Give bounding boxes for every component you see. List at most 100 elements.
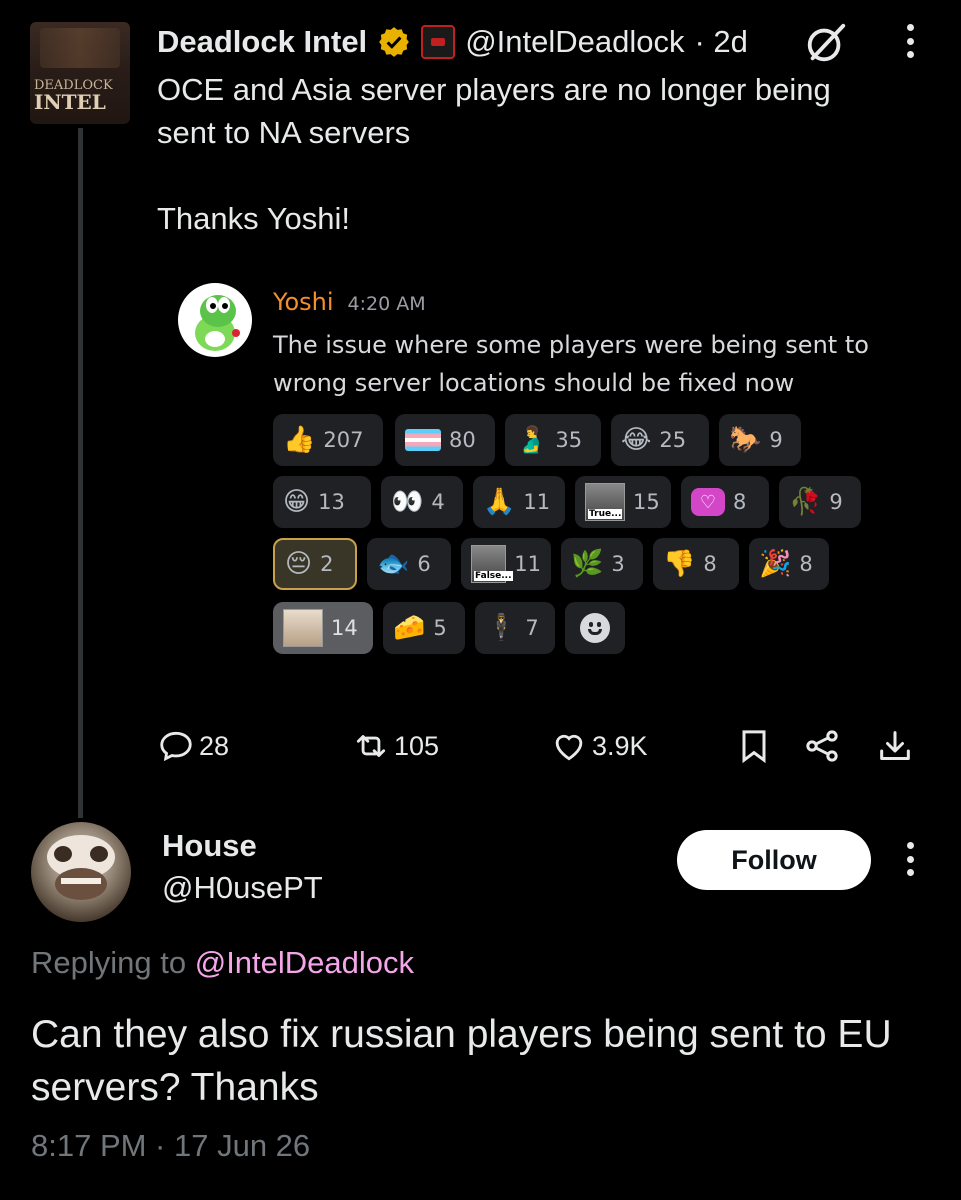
reply-author-handle[interactable]: @H0usePT [162, 870, 323, 906]
reply-action[interactable]: 28 [157, 724, 229, 768]
author-name[interactable]: Deadlock Intel [157, 24, 367, 60]
reply-body: Can they also fix russian players being … [31, 1008, 941, 1114]
false-meme-icon: False... [471, 545, 513, 583]
follow-button[interactable]: Follow [677, 830, 871, 890]
add-reaction-icon [580, 613, 610, 643]
more-options-icon[interactable] [895, 24, 925, 68]
herb-icon: 🌿 [571, 549, 604, 579]
reply-text-line: servers? Thanks [31, 1066, 319, 1109]
reaction-count: 5 [433, 616, 447, 640]
reaction-horse: 🐎 9 [719, 414, 801, 466]
repost-action[interactable]: 105 [352, 724, 439, 768]
pensive-face-icon: 😔 [285, 549, 313, 579]
reaction-count: 8 [703, 552, 717, 576]
reaction-count: 9 [769, 428, 783, 452]
more-options-icon[interactable] [895, 842, 925, 886]
reply-author-name[interactable]: House [162, 828, 257, 864]
reaction-laughing: 😂 25 [611, 414, 709, 466]
reaction-heart-decoration: ♡ 8 [681, 476, 769, 528]
party-popper-icon: 🎉 [759, 549, 792, 579]
thumbs-up-icon: 👍 [283, 425, 316, 455]
download-icon[interactable] [875, 724, 915, 768]
heart-decoration-icon: ♡ [691, 488, 725, 516]
avatar-artwork [40, 28, 120, 68]
reaction-true-image: True... 15 [575, 476, 671, 528]
reaction-count: 8 [733, 490, 747, 514]
like-action[interactable]: 3.9K [550, 724, 648, 768]
thread-connector-line [78, 128, 83, 818]
tweet-body: OCE and Asia server players are no longe… [157, 68, 917, 240]
reaction-count: 11 [514, 552, 541, 576]
reaction-wilted-rose: 🥀 9 [779, 476, 861, 528]
reaction-party-popper: 🎉 8 [749, 538, 829, 590]
tweet-text-line: sent to NA servers [157, 115, 411, 150]
fish-icon: 🐟 [377, 549, 410, 579]
reaction-hamster-image: 14 [273, 602, 373, 654]
tweet-header: Deadlock Intel @IntelDeadlock · 2d [157, 22, 748, 62]
grinning-face-icon: 😁 [283, 487, 311, 517]
reaction-count: 11 [523, 490, 551, 514]
reaction-count: 207 [323, 428, 364, 452]
trans-flag-icon [405, 429, 441, 451]
reaction-eyes: 👀 4 [381, 476, 463, 528]
repost-count: 105 [394, 730, 440, 761]
reaction-thumbs-down: 👎 8 [653, 538, 739, 590]
embedded-text-line: The issue where some players were being … [273, 331, 869, 359]
bookmark-icon[interactable] [734, 724, 774, 768]
embedded-message-header: Yoshi 4:20 AM [273, 288, 426, 316]
reaction-count: 14 [331, 616, 358, 640]
hamster-icon [283, 609, 323, 647]
replying-to-line: Replying to @IntelDeadlock [31, 945, 414, 981]
repost-icon [356, 735, 386, 757]
reaction-pregnant-man: 🫃 35 [505, 414, 601, 466]
true-meme-icon: True... [585, 483, 625, 521]
reaction-count: 80 [449, 428, 476, 452]
reply-icon [160, 731, 192, 762]
yoshi-avatar [178, 283, 252, 357]
reaction-count: 6 [417, 552, 431, 576]
reply-count: 28 [199, 730, 230, 761]
tweet-text-line: OCE and Asia server players are no longe… [157, 72, 831, 107]
avatar-text-intel: INTEL [34, 90, 106, 114]
embedded-author-name: Yoshi [273, 288, 334, 316]
reaction-thumbs-up: 👍 207 [273, 414, 383, 466]
thumbs-down-icon: 👎 [663, 549, 696, 579]
house-avatar[interactable] [31, 822, 131, 922]
share-icon[interactable] [802, 724, 842, 768]
embedded-message-time: 4:20 AM [347, 293, 426, 315]
tweet-text-line: Thanks Yoshi! [157, 201, 351, 236]
levitating-man-icon: 🕴 [485, 613, 518, 643]
reaction-count: 15 [633, 490, 660, 514]
replying-to-mention[interactable]: @IntelDeadlock [195, 945, 414, 980]
replying-to-prefix: Replying to [31, 945, 187, 980]
reaction-count: 8 [799, 552, 813, 576]
praying-hands-icon: 🙏 [483, 487, 516, 517]
add-reaction [565, 602, 625, 654]
horse-icon: 🐎 [729, 425, 762, 455]
reaction-false-image: False... 11 [461, 538, 551, 590]
reaction-count: 13 [318, 490, 345, 514]
like-count: 3.9K [592, 730, 648, 761]
reaction-count: 35 [555, 428, 583, 452]
reaction-fish: 🐟 6 [367, 538, 451, 590]
tweet-age: · 2d [694, 24, 748, 59]
author-handle[interactable]: @IntelDeadlock [465, 24, 684, 60]
reaction-herb: 🌿 3 [561, 538, 643, 590]
pregnant-man-icon: 🫃 [515, 425, 548, 455]
reaction-count: 7 [525, 616, 539, 640]
embedded-message-text: The issue where some players were being … [273, 326, 913, 402]
cheese-icon: 🧀 [393, 613, 426, 643]
reaction-grin: 😁 13 [273, 476, 371, 528]
reaction-levitating-man: 🕴 7 [475, 602, 555, 654]
verified-gold-badge-icon [379, 27, 410, 57]
reaction-trans-flag: 80 [395, 414, 495, 466]
reply-timestamp: 8:17 PM · 17 Jun 26 [31, 1128, 311, 1163]
deadlock-intel-avatar[interactable]: DEADLOCK INTEL [30, 22, 130, 124]
reaction-count: 2 [320, 552, 334, 576]
reaction-count: 25 [659, 428, 687, 452]
reaction-count: 9 [829, 490, 843, 514]
grok-icon[interactable] [803, 20, 849, 66]
reaction-pensive-selected: 😔 2 [273, 538, 357, 590]
wilted-rose-icon: 🥀 [789, 487, 822, 517]
reaction-count: 3 [611, 552, 625, 576]
